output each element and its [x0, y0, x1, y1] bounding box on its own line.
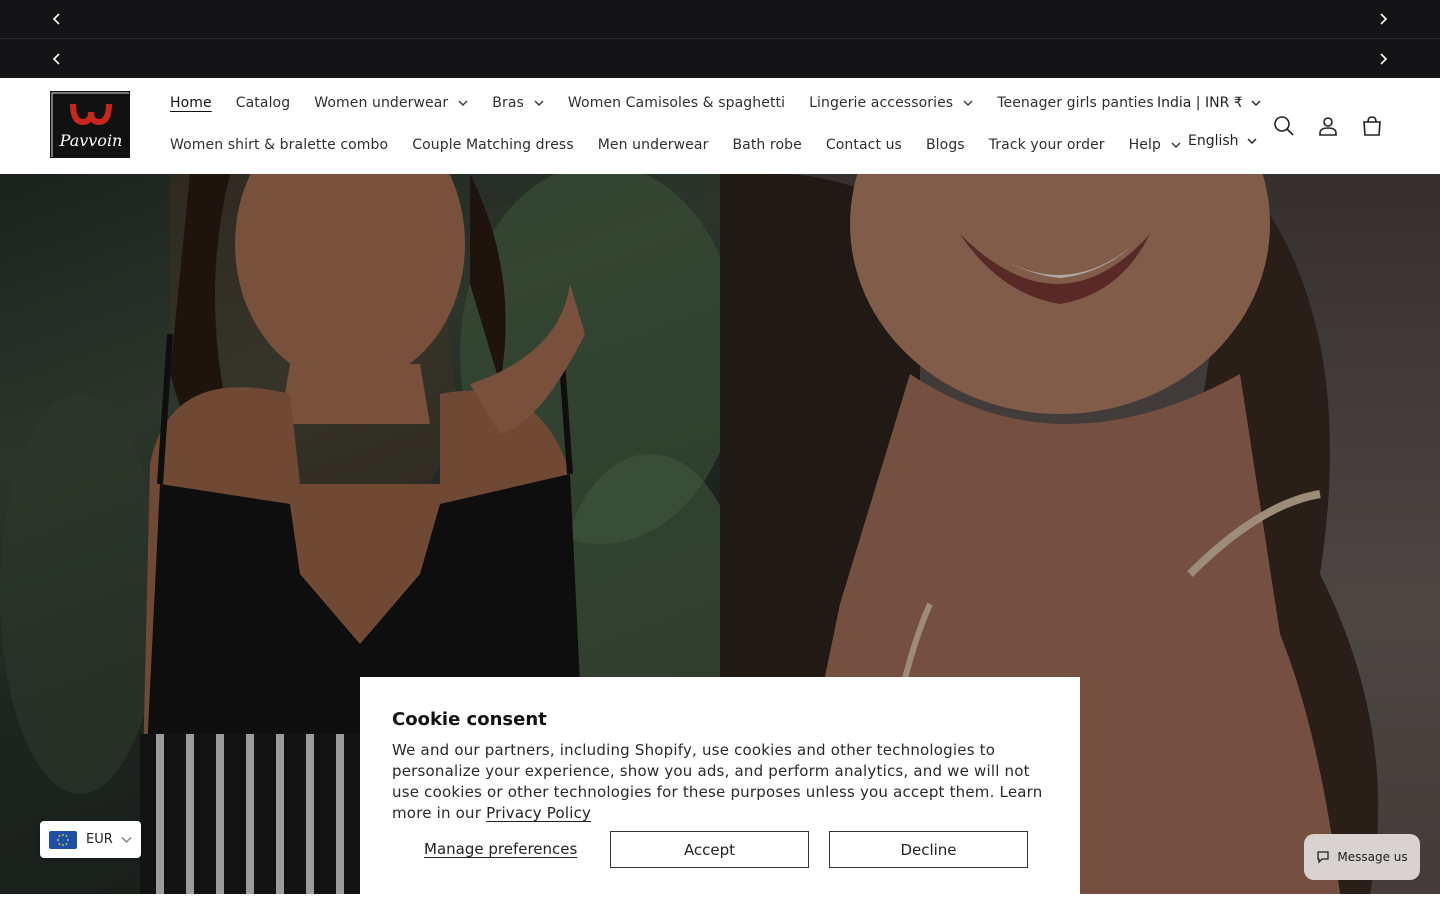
nav-item-help[interactable]: Help	[1117, 137, 1193, 153]
chevron-down-icon	[1171, 142, 1181, 148]
nav-item-label: Catalog	[235, 95, 291, 111]
search-icon	[1274, 116, 1294, 136]
nav-item-women-shirt-bralette-combo[interactable]: Women shirt & bralette combo	[158, 137, 400, 153]
chevron-down-icon	[121, 837, 132, 843]
brand-logo[interactable]: Pavvoin	[50, 91, 130, 158]
country-selector[interactable]: India | INR ₹	[1157, 95, 1261, 111]
svg-text:Pavvoin: Pavvoin	[59, 131, 123, 150]
chevron-down-icon	[534, 100, 544, 106]
nav-item-label: Help	[1128, 137, 1161, 153]
chat-bubble-icon	[1317, 851, 1330, 864]
logo-mark-icon: Pavvoin	[51, 92, 129, 157]
chevron-left-icon	[52, 52, 60, 65]
chevron-down-icon	[1251, 100, 1261, 106]
nav-item-teenager-girls-panties[interactable]: Teenager girls panties	[985, 95, 1166, 111]
manage-preferences-link[interactable]: Manage preferences	[424, 840, 577, 858]
nav-item-bath-robe[interactable]: Bath robe	[720, 137, 813, 153]
announcement-bar-2	[0, 39, 1440, 78]
nav-item-label: Lingerie accessories	[809, 95, 954, 111]
nav-item-label: Couple Matching dress	[412, 137, 574, 153]
decline-button[interactable]: Decline	[829, 831, 1028, 868]
account-icon	[1319, 117, 1337, 136]
announcement-prev-button[interactable]	[45, 7, 69, 31]
announcement-prev-button[interactable]	[45, 47, 69, 71]
chevron-down-icon	[458, 100, 468, 106]
nav-item-catalog[interactable]: Catalog	[224, 95, 302, 111]
account-button[interactable]	[1314, 112, 1342, 140]
cart-icon	[1363, 116, 1381, 136]
country-label: India | INR ₹	[1157, 95, 1243, 111]
nav-item-label: Women shirt & bralette combo	[170, 137, 389, 153]
nav-item-label: Men underwear	[597, 137, 709, 153]
nav-item-women-camisoles-spaghetti[interactable]: Women Camisoles & spaghetti	[556, 95, 797, 111]
nav-item-home[interactable]: Home	[158, 95, 224, 111]
chevron-right-icon	[1380, 52, 1388, 65]
nav-item-label: Teenager girls panties	[997, 95, 1154, 111]
cookie-consent-dialog: Cookie consent We and our partners, incl…	[360, 677, 1080, 900]
cookie-actions: Manage preferences Accept Decline	[392, 831, 1048, 868]
nav-item-women-underwear[interactable]: Women underwear	[302, 95, 480, 111]
announcement-next-button[interactable]	[1371, 7, 1395, 31]
nav-item-bras[interactable]: Bras	[480, 95, 556, 111]
nav-item-label: Bras	[492, 95, 524, 111]
nav-item-track-your-order[interactable]: Track your order	[977, 137, 1117, 153]
currency-code: EUR	[86, 832, 113, 847]
announcement-bar-1	[0, 0, 1440, 39]
nav-item-couple-matching-dress[interactable]: Couple Matching dress	[400, 137, 586, 153]
cookie-body: We and our partners, including Shopify, …	[392, 740, 1048, 824]
nav-item-blogs[interactable]: Blogs	[914, 137, 977, 153]
nav-row-2: Women shirt & bralette combo Couple Match…	[158, 130, 1193, 160]
nav-item-label: Home	[170, 95, 212, 111]
nav-item-contact-us[interactable]: Contact us	[814, 137, 914, 153]
chevron-left-icon	[52, 13, 60, 25]
language-selector[interactable]: English	[1188, 133, 1257, 149]
nav-item-label: Blogs	[925, 137, 965, 153]
site-header: Pavvoin Home Catalog Women underwear Bras Wo…	[0, 78, 1440, 174]
chevron-right-icon	[1380, 13, 1388, 25]
privacy-policy-link[interactable]: Privacy Policy	[486, 804, 591, 822]
message-us-label: Message us	[1337, 850, 1408, 864]
eu-flag-icon	[49, 830, 77, 849]
announcement-next-button[interactable]	[1371, 47, 1395, 71]
nav-item-lingerie-accessories[interactable]: Lingerie accessories	[797, 95, 985, 111]
nav-row-1: Home Catalog Women underwear Bras Women Cami…	[158, 88, 1166, 118]
search-button[interactable]	[1270, 112, 1298, 140]
cart-button[interactable]	[1358, 112, 1386, 140]
nav-item-men-underwear[interactable]: Men underwear	[586, 137, 721, 153]
nav-item-label: Track your order	[988, 137, 1105, 153]
chevron-down-icon	[1247, 138, 1257, 144]
accept-button[interactable]: Accept	[610, 831, 809, 868]
language-label: English	[1188, 133, 1239, 149]
message-us-button[interactable]: Message us	[1304, 834, 1420, 880]
main-nav: Home Catalog Women underwear Bras Women Cami…	[158, 78, 1181, 174]
nav-item-label: Women underwear	[314, 95, 449, 111]
cookie-title: Cookie consent	[392, 709, 547, 730]
nav-item-label: Contact us	[825, 137, 902, 153]
chevron-down-icon	[963, 100, 973, 106]
currency-selector[interactable]: EUR	[40, 821, 141, 858]
nav-item-label: Women Camisoles & spaghetti	[567, 95, 786, 111]
nav-item-label: Bath robe	[732, 137, 802, 153]
